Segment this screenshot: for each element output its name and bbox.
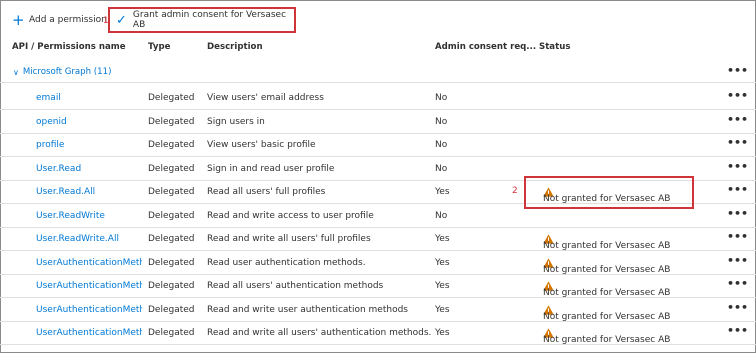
grant-admin-consent-button[interactable]: ✓ Grant admin consent for Versasec AB: [108, 7, 296, 33]
status-cell: Not granted for Versasec AB: [543, 304, 670, 322]
status-text: Not granted for Versasec AB: [543, 241, 671, 251]
callout-number-2: 2: [512, 186, 518, 196]
permission-description: Read all users' authentication methods: [207, 281, 384, 291]
admin-consent-required: No: [435, 93, 448, 103]
permission-type: Delegated: [148, 304, 195, 315]
permission-type: Delegated: [148, 281, 195, 291]
permission-name-link[interactable]: UserAuthenticationMethoc: [36, 281, 142, 291]
more-icon[interactable]: •••: [727, 277, 748, 290]
table-row: UserAuthenticationMethoc Delegated Read al…: [0, 274, 756, 298]
status-cell: Not granted for Versasec AB: [543, 281, 670, 298]
permission-name-link[interactable]: email: [36, 93, 61, 103]
table-row: UserAuthenticationMethoc Delegated Read an…: [0, 321, 756, 345]
permission-type: Delegated: [148, 187, 195, 197]
table-header: API / Permissions name Type Description …: [0, 42, 756, 58]
permission-description: Read and write user authentication metho…: [207, 304, 408, 315]
more-icon[interactable]: •••: [727, 230, 748, 243]
admin-consent-required: Yes: [435, 257, 450, 268]
more-icon[interactable]: •••: [727, 89, 748, 102]
permission-name-link[interactable]: UserAuthenticationMethoc: [36, 305, 142, 315]
toolbar: + Add a permission 1 ✓ Grant admin conse…: [0, 0, 756, 40]
column-header-name: API / Permissions name: [12, 42, 126, 52]
status-highlight-box: [524, 176, 694, 209]
more-icon[interactable]: •••: [727, 136, 748, 149]
table-row: UserAuthenticationMethoc Delegated Read an…: [0, 298, 756, 322]
column-header-type: Type: [148, 42, 171, 52]
group-row-microsoft-graph: ∨ Microsoft Graph (11) •••: [0, 64, 756, 83]
more-icon[interactable]: •••: [727, 254, 748, 267]
column-header-description: Description: [207, 42, 263, 52]
permission-description: Read and write all users' full profiles: [207, 234, 371, 244]
permission-name-link[interactable]: UserAuthenticationMethoc: [36, 328, 142, 338]
permission-type: Delegated: [148, 163, 195, 174]
status-text: Not granted for Versasec AB: [543, 264, 671, 275]
permission-description: Read and write access to user profile: [207, 210, 374, 221]
table-row: profile Delegated View users' basic profil…: [0, 133, 756, 157]
table-row: UserAuthenticationMethoc Delegated Read us…: [0, 251, 756, 275]
permission-description: Read user authentication methods.: [207, 257, 366, 268]
admin-consent-required: No: [435, 163, 448, 174]
table-row: openid Delegated Sign users in No •••: [0, 110, 756, 134]
permission-description: Sign in and read user profile: [207, 163, 335, 174]
admin-consent-required: Yes: [435, 304, 450, 315]
permission-name-link[interactable]: User.ReadWrite.All: [36, 234, 119, 244]
admin-consent-required: Yes: [435, 234, 450, 244]
more-icon[interactable]: •••: [727, 64, 748, 77]
permission-type: Delegated: [148, 116, 195, 127]
group-toggle[interactable]: ∨ Microsoft Graph (11): [13, 67, 111, 77]
permission-description: Sign users in: [207, 116, 265, 127]
permission-name-link[interactable]: UserAuthenticationMethoc: [36, 258, 142, 268]
table-row: email Delegated View users' email address N…: [0, 86, 756, 110]
add-permission-label: Add a permission: [29, 15, 107, 25]
admin-consent-required: Yes: [435, 187, 450, 197]
more-icon[interactable]: •••: [727, 207, 748, 220]
permission-description: View users' basic profile: [207, 140, 316, 150]
grant-admin-consent-label: Grant admin consent for Versasec AB: [132, 10, 287, 30]
table-row: User.ReadWrite.All Delegated Read and writ…: [0, 227, 756, 251]
permission-type: Delegated: [148, 93, 195, 103]
permission-type: Delegated: [148, 257, 195, 268]
permission-type: Delegated: [148, 140, 195, 150]
permission-name-link[interactable]: openid: [36, 117, 67, 127]
admin-consent-required: Yes: [435, 281, 450, 291]
status-cell: Not granted for Versasec AB: [543, 328, 670, 345]
status-cell: Not granted for Versasec AB: [543, 234, 670, 251]
permission-name-link[interactable]: User.Read.All: [36, 187, 95, 197]
more-icon[interactable]: •••: [727, 301, 748, 314]
admin-consent-required: Yes: [435, 328, 450, 338]
column-header-status: Status: [539, 42, 571, 52]
group-label: Microsoft Graph (11): [22, 67, 112, 77]
permission-name-link[interactable]: User.ReadWrite: [36, 211, 105, 221]
admin-consent-required: No: [435, 116, 448, 127]
column-header-admin-consent: Admin consent req...: [435, 42, 537, 52]
status-cell: Not granted for Versasec AB: [543, 257, 670, 275]
permission-description: Read all users' full profiles: [207, 187, 326, 197]
more-icon[interactable]: •••: [727, 160, 748, 173]
permission-name-link[interactable]: User.Read: [36, 164, 81, 174]
status-text: Not granted for Versasec AB: [543, 288, 671, 298]
plus-icon: +: [12, 11, 25, 29]
permission-description: View users' email address: [207, 93, 324, 103]
permission-type: Delegated: [148, 234, 195, 244]
permission-type: Delegated: [148, 210, 195, 221]
permission-name-link[interactable]: profile: [36, 140, 64, 150]
chevron-down-icon: ∨: [13, 67, 19, 77]
status-text: Not granted for Versasec AB: [543, 335, 671, 345]
more-icon[interactable]: •••: [727, 324, 748, 337]
more-icon[interactable]: •••: [727, 113, 748, 126]
admin-consent-required: No: [435, 140, 448, 150]
permission-description: Read and write all users' authentication…: [207, 328, 432, 338]
status-text: Not granted for Versasec AB: [543, 311, 671, 322]
more-icon[interactable]: •••: [727, 183, 748, 196]
checkmark-icon: ✓: [116, 12, 127, 28]
add-permission-button[interactable]: + Add a permission: [12, 11, 107, 29]
admin-consent-required: No: [435, 210, 448, 221]
permission-type: Delegated: [148, 328, 195, 338]
